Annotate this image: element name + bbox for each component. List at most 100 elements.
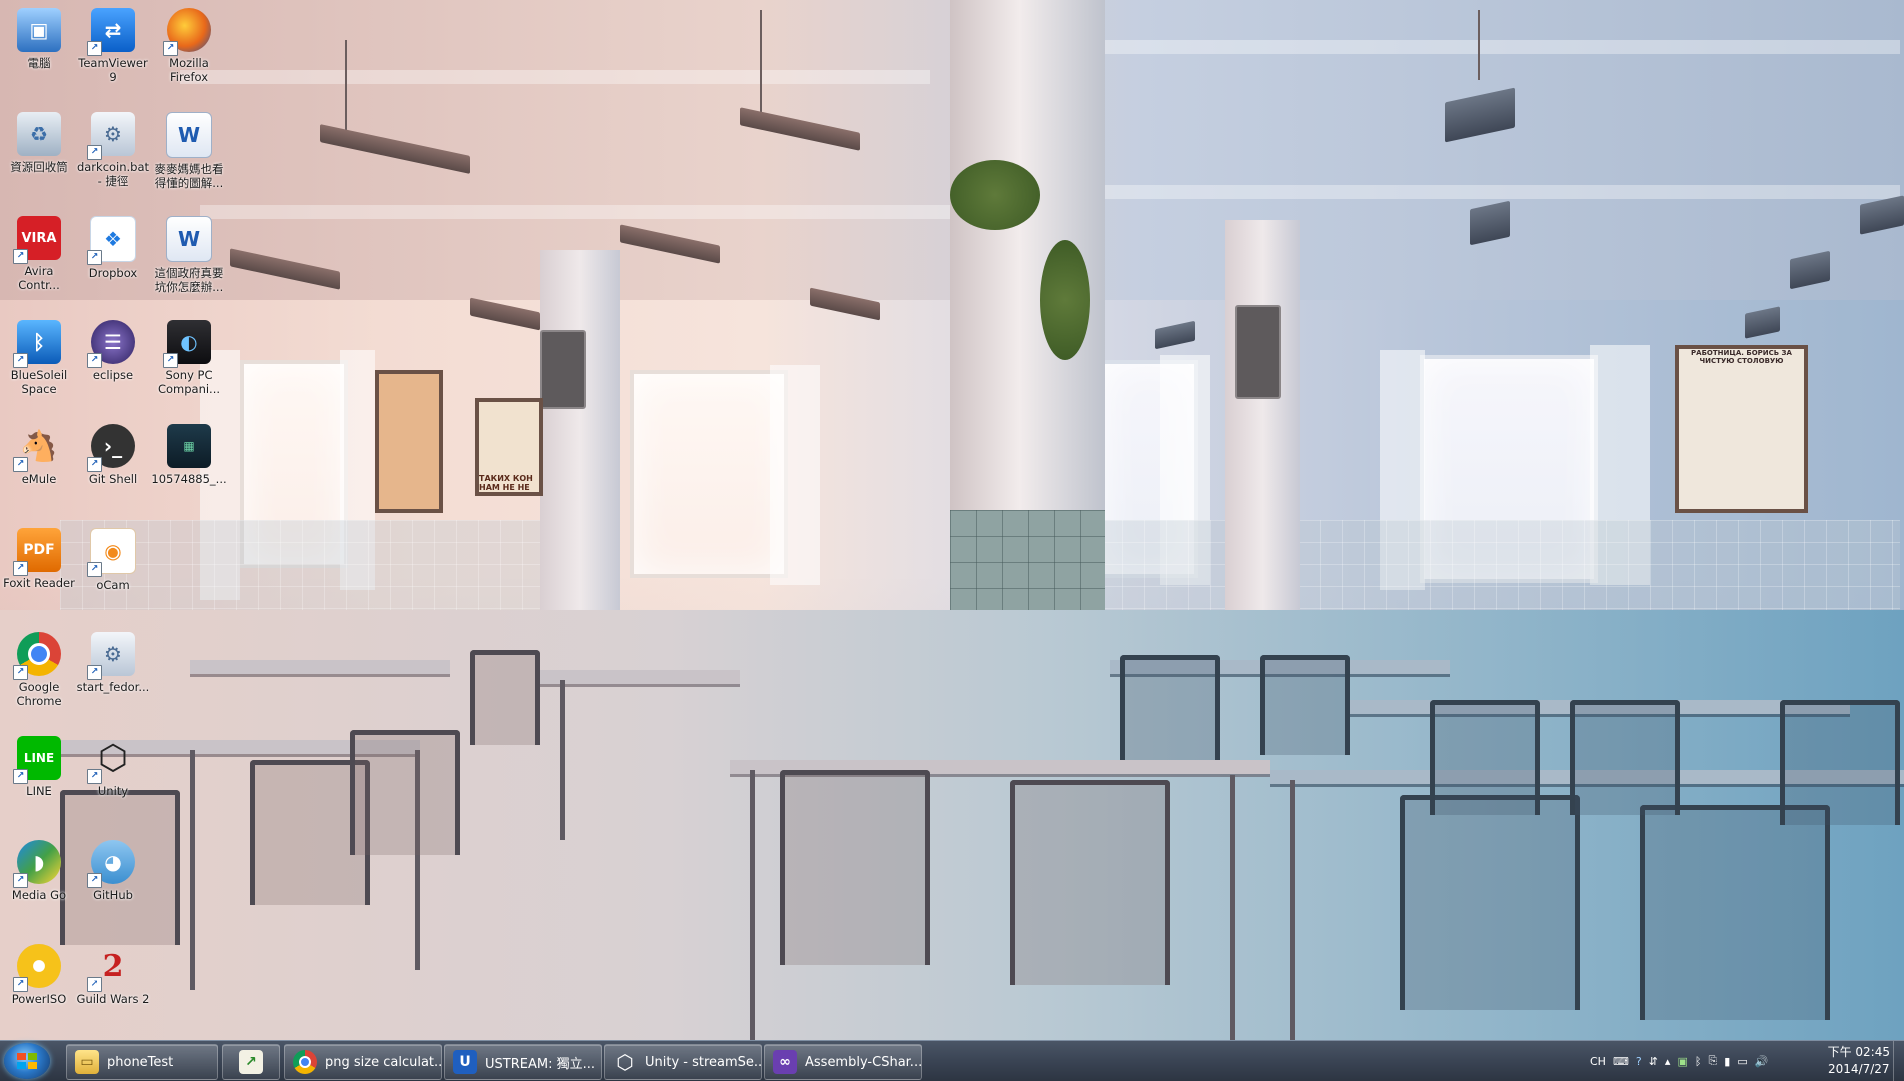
wallpaper-lamp-wire xyxy=(345,40,347,140)
battery-icon[interactable]: ▭ xyxy=(1737,1055,1747,1068)
input-method-icon[interactable]: ⇵ xyxy=(1649,1055,1658,1068)
wallpaper-chair xyxy=(1400,795,1580,1010)
wallpaper-window xyxy=(630,370,788,578)
desktop-icon-image-file[interactable]: ▦ 10574885_... xyxy=(150,424,228,486)
taskbar-button-unity[interactable]: ⬡ Unity - streamSe... xyxy=(604,1044,762,1080)
wallpaper-lamp-wire xyxy=(1478,10,1480,80)
ocam-icon: ◉ ↗ xyxy=(87,528,136,577)
wallpaper-chair xyxy=(1430,700,1540,815)
recycle-bin-icon: ♻ xyxy=(17,112,61,156)
desktop-icon-teamviewer[interactable]: ⇄ ↗ TeamViewer 9 xyxy=(74,8,152,84)
taskbar-button-label: Assembly-CShar... xyxy=(805,1054,922,1070)
taskbar-button-task-manager[interactable]: ↗ xyxy=(222,1044,280,1080)
desktop-icon-label: 電腦 xyxy=(27,56,51,70)
windows-logo-icon xyxy=(17,1053,37,1069)
desktop-icon-darkcoin-bat[interactable]: ⚙ ↗ darkcoin.bat - 捷徑 xyxy=(74,112,152,188)
wallpaper-table-leg xyxy=(1230,775,1235,1040)
taskbar-button-ustream[interactable]: U USTREAM: 獨立... xyxy=(444,1044,602,1080)
desktop-icon-word-doc-1[interactable]: W 麥麥媽媽也看 得懂的圖解... xyxy=(150,112,228,190)
desktop-icon-bluesoleil[interactable]: ᛒ ↗ BlueSoleil Space xyxy=(0,320,78,396)
start-button[interactable] xyxy=(4,1043,50,1079)
desktop-icon-dropbox[interactable]: ❖ ↗ Dropbox xyxy=(74,216,152,280)
wallpaper-beam xyxy=(180,70,930,84)
desktop-icon-start-fedora[interactable]: ⚙ ↗ start_fedor... xyxy=(74,632,152,694)
desktop-icon-word-doc-2[interactable]: W 這個政府真要 坑你怎麼辦... xyxy=(150,216,228,294)
show-hidden-icons-icon[interactable]: ▴ xyxy=(1665,1055,1671,1068)
avira-icon: VIRA ↗ xyxy=(13,216,61,264)
usb-device-icon[interactable]: ⎘ xyxy=(1708,1054,1717,1068)
chart-app-icon: ↗ xyxy=(239,1050,263,1074)
wallpaper-chair xyxy=(780,770,930,965)
wallpaper-speaker xyxy=(540,330,586,409)
clock[interactable]: 下午 02:45 2014/7/27 xyxy=(1828,1044,1890,1078)
wallpaper-chair xyxy=(1010,780,1170,985)
wallpaper-chair xyxy=(1120,655,1220,760)
desktop-icon-google-chrome[interactable]: ↗ Google Chrome xyxy=(0,632,78,708)
language-indicator[interactable]: CH xyxy=(1590,1055,1606,1068)
wallpaper-beam xyxy=(1100,185,1900,199)
keyboard-icon[interactable]: ⌨ xyxy=(1613,1055,1629,1068)
line-app-icon: LINE ↗ xyxy=(13,736,61,784)
computer-icon: ▣ xyxy=(17,8,61,52)
taskbar: ▭ phoneTest ↗ png size calculat... U UST… xyxy=(0,1040,1904,1081)
taskbar-button-label: USTREAM: 獨立... xyxy=(485,1056,595,1072)
desktop-icon-github[interactable]: ◕ ↗ GitHub xyxy=(74,840,152,902)
desktop-icon-poweriso[interactable]: ↗ PowerISO xyxy=(0,944,78,1006)
network-icon[interactable]: ▮ xyxy=(1724,1055,1730,1068)
wallpaper-pillar xyxy=(540,250,620,630)
wallpaper-chair xyxy=(1260,655,1350,755)
desktop-icon-label: GitHub xyxy=(93,888,133,902)
desktop-icon-label: LINE xyxy=(26,784,52,798)
taskbar-button-phonetest[interactable]: ▭ phoneTest xyxy=(66,1044,218,1080)
wallpaper-lamp-wire xyxy=(760,10,762,120)
chrome-icon: ↗ xyxy=(13,632,61,680)
desktop-icon-eclipse[interactable]: ☰ ↗ eclipse xyxy=(74,320,152,382)
desktop-icon-firefox[interactable]: ↗ Mozilla Firefox xyxy=(150,8,228,84)
wallpaper-table-leg xyxy=(750,770,755,1040)
desktop-icon-git-shell[interactable]: ›_ ↗ Git Shell xyxy=(74,424,152,486)
desktop-icon-ocam[interactable]: ◉ ↗ oCam xyxy=(74,528,152,592)
wallpaper-lamp xyxy=(470,297,540,331)
clock-time: 下午 02:45 xyxy=(1827,1045,1890,1059)
wallpaper-chair xyxy=(470,650,540,745)
visual-studio-icon: ∞ xyxy=(773,1050,797,1074)
desktop-icon-foxit-reader[interactable]: PDF ↗ Foxit Reader xyxy=(0,528,78,590)
volume-icon[interactable]: 🔊 xyxy=(1755,1055,1769,1068)
foxit-pdf-icon: PDF ↗ xyxy=(13,528,61,576)
desktop-icon-label: Foxit Reader xyxy=(3,576,75,590)
wallpaper-poster-text: РАБОТНИЦА. БОРИСЬ ЗА ЧИСТУЮ СТОЛОВУЮ xyxy=(1675,345,1808,513)
taskbar-button-visual-studio[interactable]: ∞ Assembly-CShar... xyxy=(764,1044,922,1080)
desktop-icon-computer[interactable]: ▣ 電腦 xyxy=(0,8,78,70)
desktop-icon-label: PowerISO xyxy=(11,992,67,1006)
taskbar-button-chrome[interactable]: png size calculat... xyxy=(284,1044,442,1080)
wallpaper-table-leg xyxy=(560,680,565,840)
desktop-wallpaper: ТАКИХ КОН НАМ НЕ НЕ РАБОТНИЦА. БОРИСЬ ЗА… xyxy=(0,0,1904,1040)
desktop-icon-emule[interactable]: 🐴 ↗ eMule xyxy=(0,424,78,486)
batch-file-icon: ⚙ ↗ xyxy=(87,112,135,160)
desktop-icon-label: Sony PC Compani... xyxy=(157,368,221,396)
poweriso-disc-icon: ↗ xyxy=(13,944,61,992)
desktop-icon-line[interactable]: LINE ↗ LINE xyxy=(0,736,78,798)
desktop-icon-recycle-bin[interactable]: ♻ 資源回收筒 xyxy=(0,112,78,174)
show-desktop-button[interactable] xyxy=(1893,1041,1904,1081)
phone-icon: ◐ ↗ xyxy=(163,320,211,368)
word-document-icon: W xyxy=(166,216,212,262)
desktop-icon-label: oCam xyxy=(96,578,130,592)
system-tray: CH ⌨ ? ⇵ ▴ ▣ ᛒ ⎘ ▮ ▭ 🔊 xyxy=(1590,1041,1775,1081)
taskbar-button-label: png size calculat... xyxy=(325,1054,442,1070)
github-icon: ◕ ↗ xyxy=(87,840,135,888)
ustream-icon: U xyxy=(453,1050,477,1074)
desktop-icon-sony-pc-companion[interactable]: ◐ ↗ Sony PC Compani... xyxy=(150,320,228,396)
app-tray-icon[interactable]: ▣ xyxy=(1677,1055,1687,1068)
help-icon[interactable]: ? xyxy=(1636,1055,1642,1068)
wallpaper-plant xyxy=(950,160,1040,230)
batch-file-icon: ⚙ ↗ xyxy=(87,632,135,680)
unity-icon: ⬡ ↗ xyxy=(87,736,135,784)
desktop-icon-avira[interactable]: VIRA ↗ Avira Contr... xyxy=(0,216,78,292)
clock-date: 2014/7/27 xyxy=(1828,1062,1890,1076)
desktop-icon-media-go[interactable]: ◗ ↗ Media Go xyxy=(0,840,78,902)
desktop-icon-guild-wars-2[interactable]: 2 ↗ Guild Wars 2 xyxy=(74,944,152,1007)
taskbar-button-label: phoneTest xyxy=(107,1054,174,1070)
bluetooth-icon[interactable]: ᛒ xyxy=(1695,1055,1702,1068)
desktop-icon-unity[interactable]: ⬡ ↗ Unity xyxy=(74,736,152,798)
